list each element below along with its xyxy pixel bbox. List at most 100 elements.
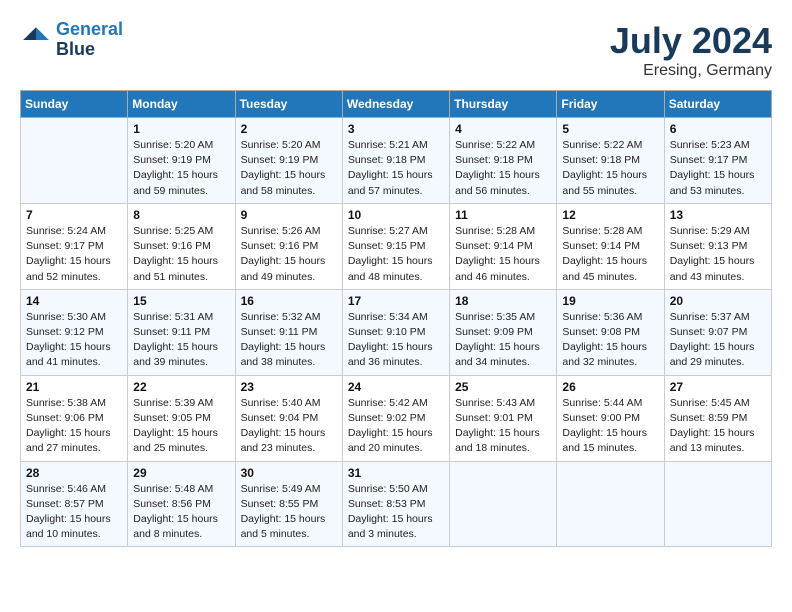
day-info: Sunrise: 5:39 AMSunset: 9:05 PMDaylight:…	[133, 396, 229, 457]
calendar-cell	[557, 461, 664, 547]
day-info: Sunrise: 5:35 AMSunset: 9:09 PMDaylight:…	[455, 310, 551, 371]
day-number: 26	[562, 380, 658, 394]
calendar-cell	[21, 118, 128, 204]
calendar-cell: 5 Sunrise: 5:22 AMSunset: 9:18 PMDaylight…	[557, 118, 664, 204]
calendar-cell: 14Sunrise: 5:30 AMSunset: 9:12 PMDayligh…	[21, 289, 128, 375]
day-number: 8	[133, 208, 229, 222]
day-info: Sunrise: 5:28 AMSunset: 9:14 PMDaylight:…	[562, 224, 658, 285]
day-info: Sunrise: 5:25 AMSunset: 9:16 PMDaylight:…	[133, 224, 229, 285]
calendar-cell: 27 Sunrise: 5:45 AMSunset: 8:59 PMDayligh…	[664, 375, 771, 461]
day-number: 7	[26, 208, 122, 222]
day-info: Sunrise: 5:37 AMSunset: 9:07 PMDaylight:…	[670, 310, 766, 371]
calendar-cell: 25Sunrise: 5:43 AMSunset: 9:01 PMDayligh…	[450, 375, 557, 461]
calendar-cell: 4Sunrise: 5:22 AMSunset: 9:18 PMDaylight…	[450, 118, 557, 204]
day-info: Sunrise: 5:26 AMSunset: 9:16 PMDaylight:…	[241, 224, 337, 285]
logo-icon	[20, 24, 52, 56]
calendar-cell: 9 Sunrise: 5:26 AMSunset: 9:16 PMDaylight…	[235, 203, 342, 289]
day-info: Sunrise: 5:46 AMSunset: 8:57 PMDaylight:…	[26, 482, 122, 543]
day-number: 4	[455, 122, 551, 136]
calendar-cell: 7 Sunrise: 5:24 AMSunset: 9:17 PMDaylight…	[21, 203, 128, 289]
day-info: Sunrise: 5:44 AMSunset: 9:00 PMDaylight:…	[562, 396, 658, 457]
day-info: Sunrise: 5:32 AMSunset: 9:11 PMDaylight:…	[241, 310, 337, 371]
day-info: Sunrise: 5:24 AMSunset: 9:17 PMDaylight:…	[26, 224, 122, 285]
calendar-cell: 19 Sunrise: 5:36 AMSunset: 9:08 PMDayligh…	[557, 289, 664, 375]
day-info: Sunrise: 5:36 AMSunset: 9:08 PMDaylight:…	[562, 310, 658, 371]
week-row-4: 21 Sunrise: 5:38 AMSunset: 9:06 PMDayligh…	[21, 375, 772, 461]
logo-text: General Blue	[56, 20, 123, 60]
calendar-cell: 8 Sunrise: 5:25 AMSunset: 9:16 PMDaylight…	[128, 203, 235, 289]
calendar-cell: 24 Sunrise: 5:42 AMSunset: 9:02 PMDayligh…	[342, 375, 449, 461]
day-info: Sunrise: 5:40 AMSunset: 9:04 PMDaylight:…	[241, 396, 337, 457]
calendar-cell	[450, 461, 557, 547]
day-info: Sunrise: 5:27 AMSunset: 9:15 PMDaylight:…	[348, 224, 444, 285]
day-number: 11	[455, 208, 551, 222]
day-info: Sunrise: 5:38 AMSunset: 9:06 PMDaylight:…	[26, 396, 122, 457]
day-number: 9	[241, 208, 337, 222]
day-number: 29	[133, 466, 229, 480]
calendar-cell: 2Sunrise: 5:20 AMSunset: 9:19 PMDaylight…	[235, 118, 342, 204]
day-number: 23	[241, 380, 337, 394]
day-info: Sunrise: 5:21 AMSunset: 9:18 PMDaylight:…	[348, 138, 444, 199]
day-number: 19	[562, 294, 658, 308]
day-info: Sunrise: 5:29 AMSunset: 9:13 PMDaylight:…	[670, 224, 766, 285]
col-header-saturday: Saturday	[664, 91, 771, 118]
day-number: 2	[241, 122, 337, 136]
day-number: 27	[670, 380, 766, 394]
week-row-3: 14Sunrise: 5:30 AMSunset: 9:12 PMDayligh…	[21, 289, 772, 375]
calendar-cell: 15 Sunrise: 5:31 AMSunset: 9:11 PMDayligh…	[128, 289, 235, 375]
col-header-tuesday: Tuesday	[235, 91, 342, 118]
day-number: 24	[348, 380, 444, 394]
day-number: 31	[348, 466, 444, 480]
week-row-5: 28Sunrise: 5:46 AMSunset: 8:57 PMDayligh…	[21, 461, 772, 547]
calendar-cell: 16 Sunrise: 5:32 AMSunset: 9:11 PMDayligh…	[235, 289, 342, 375]
calendar-cell: 17 Sunrise: 5:34 AMSunset: 9:10 PMDayligh…	[342, 289, 449, 375]
calendar-cell: 21 Sunrise: 5:38 AMSunset: 9:06 PMDayligh…	[21, 375, 128, 461]
day-info: Sunrise: 5:22 AMSunset: 9:18 PMDaylight:…	[562, 138, 658, 199]
calendar-table: SundayMondayTuesdayWednesdayThursdayFrid…	[20, 90, 772, 547]
day-info: Sunrise: 5:31 AMSunset: 9:11 PMDaylight:…	[133, 310, 229, 371]
week-row-2: 7 Sunrise: 5:24 AMSunset: 9:17 PMDaylight…	[21, 203, 772, 289]
day-number: 3	[348, 122, 444, 136]
month-title: July 2024	[610, 20, 772, 62]
day-number: 21	[26, 380, 122, 394]
calendar-cell: 29Sunrise: 5:48 AMSunset: 8:56 PMDayligh…	[128, 461, 235, 547]
day-number: 16	[241, 294, 337, 308]
logo: General Blue	[20, 20, 123, 60]
day-number: 6	[670, 122, 766, 136]
col-header-friday: Friday	[557, 91, 664, 118]
day-info: Sunrise: 5:30 AMSunset: 9:12 PMDaylight:…	[26, 310, 122, 371]
calendar-cell: 11 Sunrise: 5:28 AMSunset: 9:14 PMDayligh…	[450, 203, 557, 289]
day-number: 18	[455, 294, 551, 308]
day-number: 25	[455, 380, 551, 394]
day-info: Sunrise: 5:34 AMSunset: 9:10 PMDaylight:…	[348, 310, 444, 371]
calendar-cell: 22 Sunrise: 5:39 AMSunset: 9:05 PMDayligh…	[128, 375, 235, 461]
day-number: 22	[133, 380, 229, 394]
calendar-cell: 23 Sunrise: 5:40 AMSunset: 9:04 PMDayligh…	[235, 375, 342, 461]
day-number: 15	[133, 294, 229, 308]
col-header-monday: Monday	[128, 91, 235, 118]
day-info: Sunrise: 5:45 AMSunset: 8:59 PMDaylight:…	[670, 396, 766, 457]
day-number: 10	[348, 208, 444, 222]
calendar-cell: 31 Sunrise: 5:50 AMSunset: 8:53 PMDayligh…	[342, 461, 449, 547]
week-row-1: 1Sunrise: 5:20 AMSunset: 9:19 PMDaylight…	[21, 118, 772, 204]
day-info: Sunrise: 5:50 AMSunset: 8:53 PMDaylight:…	[348, 482, 444, 543]
day-info: Sunrise: 5:42 AMSunset: 9:02 PMDaylight:…	[348, 396, 444, 457]
col-header-wednesday: Wednesday	[342, 91, 449, 118]
calendar-cell: 3 Sunrise: 5:21 AMSunset: 9:18 PMDaylight…	[342, 118, 449, 204]
day-number: 20	[670, 294, 766, 308]
col-header-sunday: Sunday	[21, 91, 128, 118]
day-number: 5	[562, 122, 658, 136]
calendar-cell: 1Sunrise: 5:20 AMSunset: 9:19 PMDaylight…	[128, 118, 235, 204]
day-number: 17	[348, 294, 444, 308]
col-header-thursday: Thursday	[450, 91, 557, 118]
calendar-cell: 10 Sunrise: 5:27 AMSunset: 9:15 PMDayligh…	[342, 203, 449, 289]
day-number: 12	[562, 208, 658, 222]
calendar-cell	[664, 461, 771, 547]
calendar-cell: 18 Sunrise: 5:35 AMSunset: 9:09 PMDayligh…	[450, 289, 557, 375]
day-info: Sunrise: 5:20 AMSunset: 9:19 PMDaylight:…	[133, 138, 229, 199]
day-number: 30	[241, 466, 337, 480]
day-info: Sunrise: 5:28 AMSunset: 9:14 PMDaylight:…	[455, 224, 551, 285]
day-number: 13	[670, 208, 766, 222]
calendar-cell: 12 Sunrise: 5:28 AMSunset: 9:14 PMDayligh…	[557, 203, 664, 289]
calendar-cell: 6Sunrise: 5:23 AMSunset: 9:17 PMDaylight…	[664, 118, 771, 204]
